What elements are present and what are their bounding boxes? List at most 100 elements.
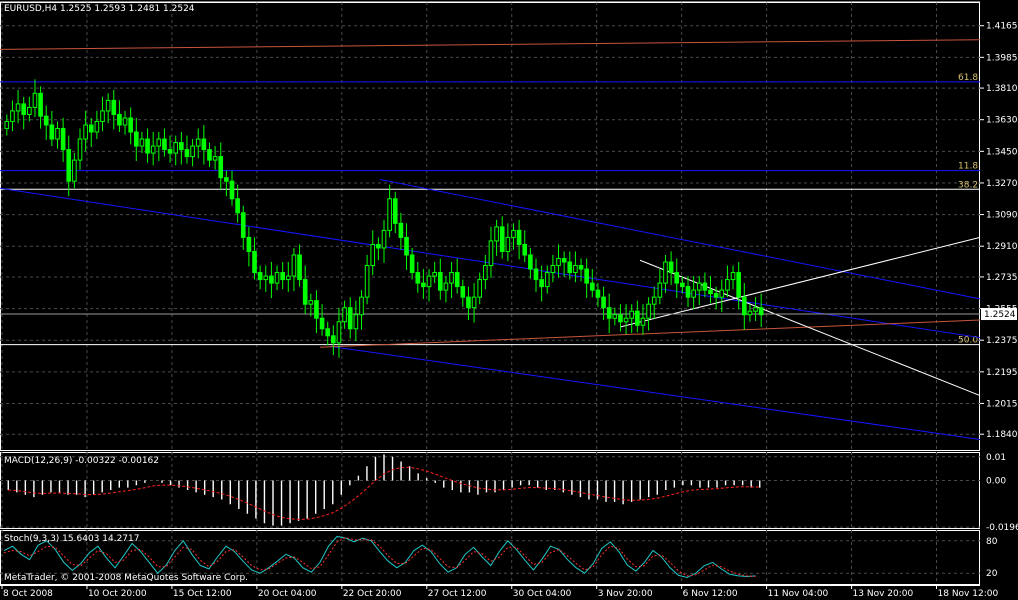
candle-body — [471, 296, 477, 309]
channel-lower-line — [329, 345, 981, 440]
price-candles — [4, 79, 764, 358]
candle-body — [460, 286, 466, 298]
candle-body — [122, 117, 128, 126]
candle-body — [229, 180, 235, 200]
candle-body — [561, 258, 567, 263]
candle-body — [314, 300, 319, 319]
candle-body — [595, 289, 601, 298]
time-tick-label: 30 Oct 04:00 — [513, 589, 572, 599]
candle-body — [376, 243, 381, 249]
candle-body — [325, 328, 331, 337]
candle-body — [511, 229, 516, 238]
time-tick-label: 6 Nov 12:00 — [683, 589, 738, 599]
candle-body — [150, 145, 156, 154]
candle-body — [606, 307, 612, 319]
candle-body — [280, 272, 285, 281]
candle-body — [105, 99, 111, 112]
price-tick-label: 1.1840 — [986, 430, 1018, 440]
upper-red-trendline — [0, 39, 981, 50]
candle-body — [573, 265, 578, 274]
candle-body — [758, 307, 764, 316]
candle-body — [252, 250, 257, 274]
candle-body — [32, 92, 38, 108]
candle-body — [539, 279, 544, 288]
candle-body — [629, 310, 635, 319]
candle-body — [544, 272, 550, 288]
candle-body — [111, 99, 117, 115]
macd-header: MACD(12,26,9) -0.00322 -0.00162 — [4, 456, 159, 466]
candle-body — [437, 272, 443, 291]
candle-body — [331, 335, 336, 344]
panel-frame — [0, 2, 980, 451]
fib-level-label: 61.8 — [958, 73, 978, 83]
candle-body — [713, 293, 719, 298]
price-tick-label: 1.2735 — [986, 273, 1018, 283]
candle-body — [483, 265, 488, 281]
macd-tick-label: -0.01961 — [986, 523, 1018, 533]
candle-body — [269, 275, 274, 284]
macd-tick-label: 0.01 — [986, 453, 1006, 463]
candle-body — [516, 229, 522, 245]
candle-body — [72, 159, 77, 182]
candle-body — [589, 282, 595, 291]
candle-body — [156, 138, 162, 147]
price-tick-label: 1.2015 — [986, 399, 1018, 409]
candle-body — [753, 307, 758, 312]
price-tick-label: 1.3450 — [986, 147, 1018, 157]
candle-body — [201, 138, 207, 151]
candle-body — [443, 282, 449, 291]
candle-body — [730, 272, 736, 281]
price-tick-label: 1.2910 — [986, 242, 1018, 252]
price-tick-label: 1.2375 — [986, 336, 1018, 346]
current-price-label: 1.2524 — [984, 310, 1016, 320]
candle-body — [567, 261, 573, 274]
candle-body — [657, 282, 663, 298]
candle-body — [499, 226, 505, 252]
time-tick-label: 3 Nov 20:00 — [598, 589, 653, 599]
price-tick-label: 1.3630 — [986, 116, 1018, 126]
price-tick-label: 1.3270 — [986, 179, 1018, 189]
candle-body — [117, 113, 122, 126]
candle-body — [224, 177, 229, 182]
candle-body — [685, 286, 691, 298]
candle-body — [426, 275, 432, 288]
candle-body — [449, 272, 454, 284]
candle-body — [601, 296, 606, 309]
candle-body — [364, 265, 370, 298]
candle-body — [190, 145, 195, 158]
candle-body — [618, 314, 623, 323]
candle-body — [494, 226, 499, 242]
candle-body — [691, 289, 696, 298]
time-tick-label: 11 Nov 04:00 — [768, 589, 829, 599]
candle-body — [43, 115, 49, 126]
price-tick-label: 1.2195 — [986, 368, 1018, 378]
candle-body — [179, 142, 184, 151]
candle-body — [167, 149, 173, 154]
symbol-header: EURUSD,H4 1.2525 1.2593 1.2481 1.2524 — [4, 4, 195, 14]
candle-body — [415, 272, 421, 284]
candle-body — [623, 317, 629, 323]
candle-body — [297, 254, 302, 281]
candle-body — [381, 229, 387, 249]
candle-body — [522, 243, 528, 256]
lower-red-trendline — [319, 319, 981, 348]
candle-body — [668, 261, 674, 274]
candle-body — [477, 279, 483, 298]
candle-body — [674, 272, 680, 284]
candle-body — [55, 127, 60, 140]
triangle-upper-line — [639, 259, 981, 397]
candle-body — [336, 321, 342, 344]
time-tick-label: 27 Oct 12:00 — [428, 589, 487, 599]
candle-body — [212, 156, 218, 161]
candle-body — [308, 300, 314, 305]
stoch-tick-label: 80 — [986, 537, 998, 547]
candle-body — [100, 110, 105, 122]
candle-body — [27, 106, 32, 115]
price-tick-label: 1.3985 — [986, 53, 1018, 63]
candle-body — [162, 138, 167, 151]
candle-body — [466, 296, 471, 309]
candle-body — [635, 310, 640, 326]
candle-body — [4, 120, 10, 129]
candle-body — [257, 272, 263, 281]
candle-body — [359, 296, 364, 316]
